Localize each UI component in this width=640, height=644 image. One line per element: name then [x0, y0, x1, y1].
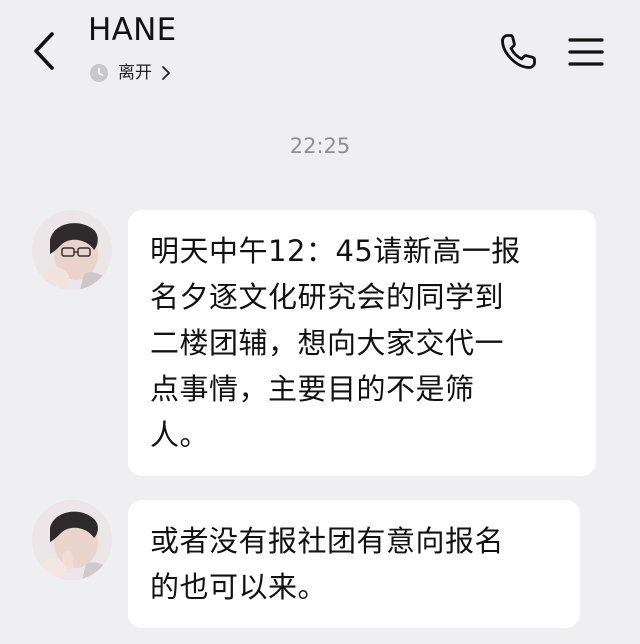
message-timestamp: 22:25: [289, 134, 351, 158]
avatar[interactable]: [32, 500, 112, 580]
phone-icon: [501, 34, 536, 69]
back-button[interactable]: [26, 28, 66, 74]
message-bubble[interactable]: 明天中午12：45请新高一报 名夕逐文化研究会的同学到 二楼团辅，想向大家交代一…: [128, 210, 596, 476]
chat-screen: HANE 离开 22:25 明天中午12：45请新高一报 名夕逐文化研究会的同学…: [0, 0, 640, 644]
message-text-line: 点事情，主要目的不是筛: [150, 372, 475, 406]
message-text-line: 或者没有报社团有意向报名: [150, 524, 505, 558]
hamburger-menu-icon: [568, 38, 604, 66]
chevron-right-icon: [162, 66, 170, 80]
presence-status[interactable]: 离开: [90, 60, 172, 86]
presence-label: 离开: [118, 63, 152, 83]
message-text-line: 人。: [150, 418, 210, 452]
chat-header: HANE 离开: [0, 0, 640, 100]
avatar[interactable]: [32, 210, 112, 290]
message-text-line: 名夕逐文化研究会的同学到: [150, 280, 505, 314]
message-bubble[interactable]: 或者没有报社团有意向报名 的也可以来。: [128, 500, 580, 628]
clock-icon: [90, 64, 108, 82]
message-text-line: 的也可以来。: [150, 570, 328, 604]
contact-name[interactable]: HANE: [88, 10, 177, 50]
chevron-left-icon: [34, 32, 54, 70]
message-text-line: 明天中午12：45请新高一报: [150, 234, 521, 268]
message-text-line: 二楼团辅，想向大家交代一: [150, 326, 505, 360]
avatar-image: [32, 500, 112, 580]
menu-button[interactable]: [566, 32, 606, 72]
avatar-image: [32, 210, 112, 290]
call-button[interactable]: [496, 30, 540, 74]
